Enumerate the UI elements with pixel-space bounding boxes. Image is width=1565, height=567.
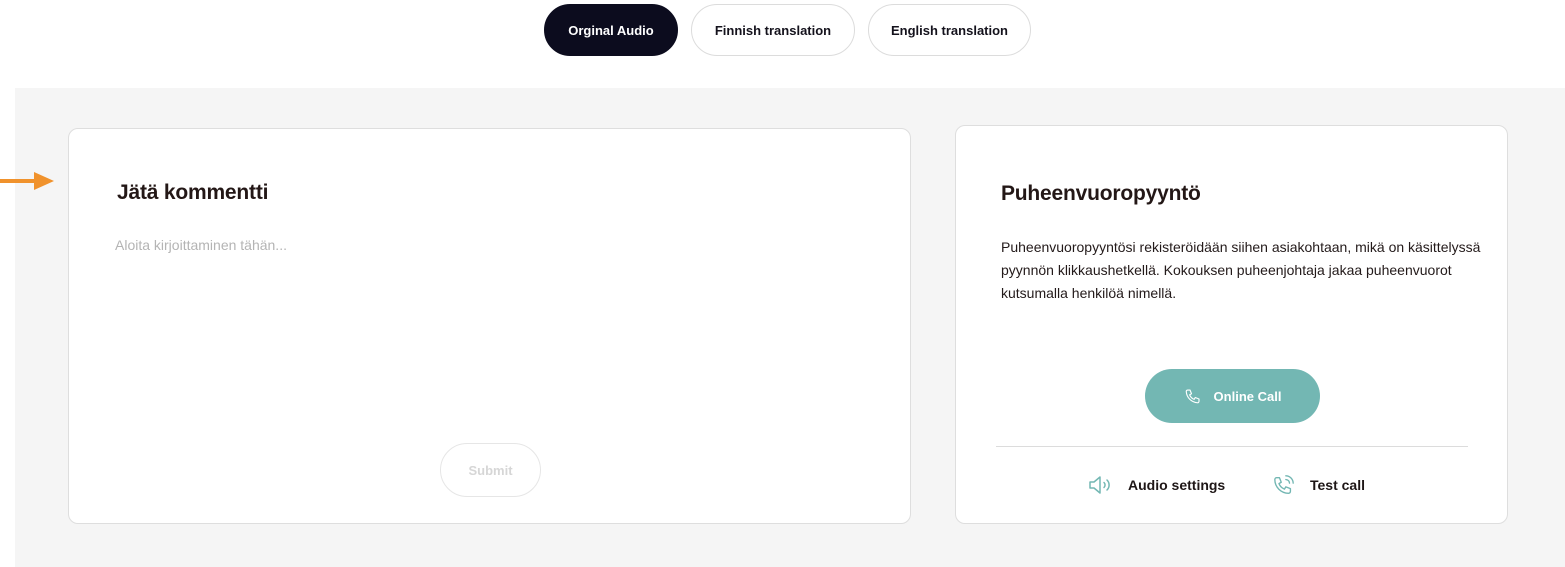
test-call-link[interactable]: Test call (1272, 472, 1365, 498)
audio-settings-link[interactable]: Audio settings (1088, 472, 1225, 498)
speaker-icon (1089, 476, 1110, 494)
divider (996, 446, 1468, 447)
online-call-label: Online Call (1213, 388, 1282, 404)
speech-request-title: Puheenvuoropyyntö (1001, 182, 1201, 205)
tab-original-audio[interactable]: Orginal Audio (544, 4, 678, 56)
speech-request-card: Puheenvuoropyyntö Puheenvuoropyyntösi re… (955, 125, 1508, 524)
comment-card: Jätä kommentti Submit (68, 128, 911, 524)
online-call-button[interactable]: Online Call (1145, 369, 1320, 423)
arrow-right-icon (0, 172, 54, 190)
phone-icon (1185, 389, 1200, 404)
submit-button[interactable]: Submit (440, 443, 541, 497)
tab-finnish-translation[interactable]: Finnish translation (691, 4, 855, 56)
test-call-label: Test call (1310, 477, 1365, 493)
tab-english-translation[interactable]: English translation (868, 4, 1031, 56)
audio-tabs: Orginal Audio Finnish translation Englis… (0, 0, 1565, 60)
comment-title: Jätä kommentti (117, 181, 269, 204)
comment-input[interactable] (115, 237, 855, 427)
phone-ringing-icon (1274, 475, 1294, 494)
audio-settings-label: Audio settings (1128, 477, 1226, 493)
speech-request-description: Puheenvuoropyyntösi rekisteröidään siihe… (1001, 239, 1481, 301)
